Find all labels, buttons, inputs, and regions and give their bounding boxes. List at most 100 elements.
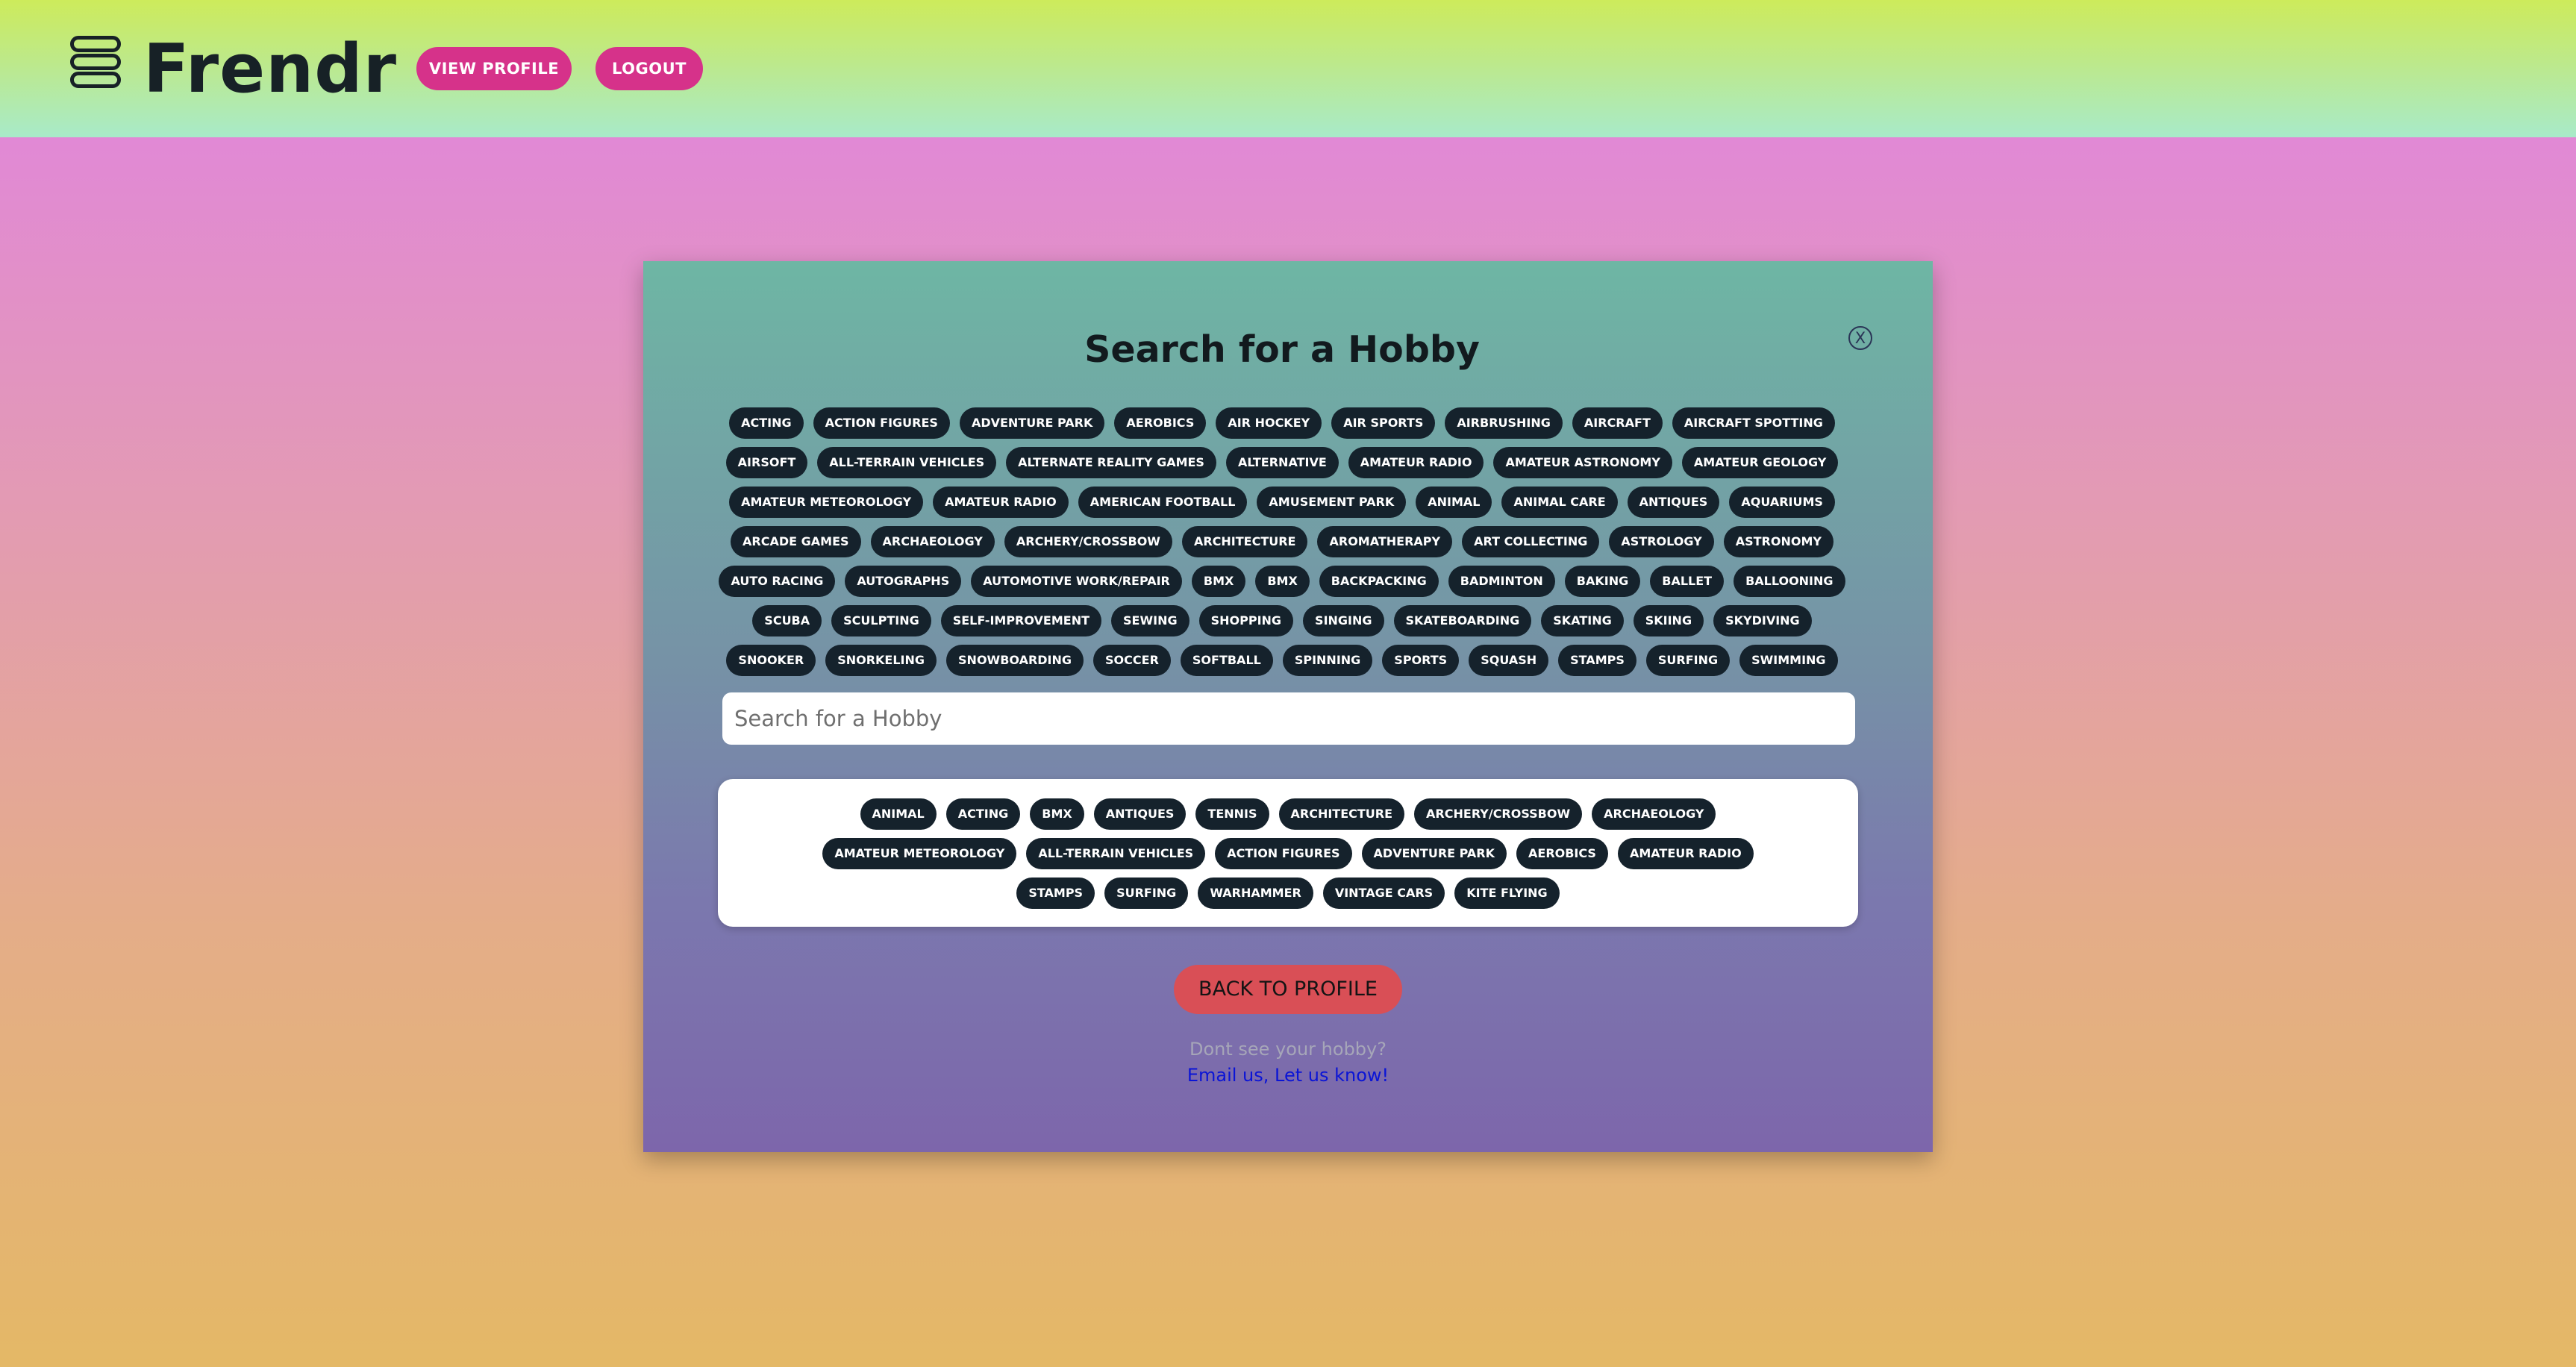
hobby-chip[interactable]: ACTING: [729, 407, 804, 439]
hobby-chip[interactable]: SEWING: [1111, 605, 1189, 636]
hobby-chip[interactable]: BMX: [1191, 566, 1246, 597]
hobby-chip-row: AMATEUR METEOROLOGY AMATEUR RADIO AMERICAN…: [643, 487, 1921, 518]
hobby-chip[interactable]: BACKPACKING: [1319, 566, 1439, 597]
hobby-chip[interactable]: SELF-IMPROVEMENT: [940, 605, 1102, 636]
hobby-chip-row: SNOOKER SNORKELING SNOWBOARDING SOCCER SOFTB…: [643, 645, 1921, 676]
hobby-chip[interactable]: AQUARIUMS: [1729, 487, 1835, 518]
hobby-chip[interactable]: ARCHERY/CROSSBOW: [1004, 526, 1172, 557]
logout-button[interactable]: LOGOUT: [595, 47, 703, 90]
selected-hobby-chip[interactable]: AMATEUR RADIO: [1617, 838, 1754, 869]
selected-hobby-list: ANIMAL ACTING BMX ANTIQUES TENNIS ARCHITECTUR…: [718, 798, 1858, 917]
menu-icon[interactable]: [70, 36, 121, 88]
hobby-chip[interactable]: AEROBICS: [1114, 407, 1207, 439]
hobby-chip[interactable]: AMATEUR RADIO: [933, 487, 1069, 518]
hobby-chip[interactable]: ASTROLOGY: [1609, 526, 1714, 557]
hobby-chip[interactable]: AIR HOCKEY: [1216, 407, 1322, 439]
selected-hobby-chip[interactable]: TENNIS: [1195, 798, 1269, 830]
back-to-profile-button[interactable]: BACK TO PROFILE: [1174, 965, 1402, 1014]
selected-hobby-chip[interactable]: ARCHITECTURE: [1278, 798, 1405, 830]
hobby-chip[interactable]: ARCADE GAMES: [731, 526, 861, 557]
selected-hobby-chip[interactable]: ACTION FIGURES: [1215, 838, 1352, 869]
hobby-chip[interactable]: AIRCRAFT SPOTTING: [1672, 407, 1835, 439]
hobby-chip[interactable]: SKYDIVING: [1713, 605, 1812, 636]
hobby-chip[interactable]: AMATEUR METEOROLOGY: [729, 487, 924, 518]
hobby-chip[interactable]: SHOPPING: [1198, 605, 1294, 636]
selected-hobby-chip[interactable]: ANIMAL: [860, 798, 937, 830]
hobby-chip[interactable]: ACTION FIGURES: [813, 407, 950, 439]
hobby-chip[interactable]: BALLET: [1650, 566, 1725, 597]
hobby-chip[interactable]: ART COLLECTING: [1462, 526, 1600, 557]
selected-hobby-chip[interactable]: SURFING: [1104, 878, 1189, 909]
hobby-chip[interactable]: SURFING: [1645, 645, 1731, 676]
hobby-chip[interactable]: AUTO RACING: [719, 566, 836, 597]
selected-hobby-chip[interactable]: ALL-TERRAIN VEHICLES: [1026, 838, 1206, 869]
hobby-chip[interactable]: AIRSOFT: [725, 447, 808, 478]
hobby-chip[interactable]: SCUBA: [752, 605, 822, 636]
hobby-chip[interactable]: ADVENTURE PARK: [959, 407, 1105, 439]
hobby-chip[interactable]: AIRBRUSHING: [1445, 407, 1563, 439]
selected-hobby-chip-row: AMATEUR METEOROLOGY ALL-TERRAIN VEHICLES A…: [718, 838, 1858, 869]
email-us-link[interactable]: Email us, Let us know!: [643, 1065, 1933, 1086]
hobby-chip[interactable]: SNORKELING: [825, 645, 937, 676]
hobby-chip[interactable]: BALLOONING: [1734, 566, 1845, 597]
selected-hobby-chip[interactable]: WARHAMMER: [1198, 878, 1313, 909]
hobby-chip[interactable]: SNOWBOARDING: [946, 645, 1084, 676]
selected-hobby-chip[interactable]: AEROBICS: [1516, 838, 1608, 869]
selected-hobby-chip[interactable]: KITE FLYING: [1454, 878, 1560, 909]
selected-hobby-chip[interactable]: ARCHERY/CROSSBOW: [1414, 798, 1583, 830]
hobby-chip[interactable]: AMUSEMENT PARK: [1257, 487, 1407, 518]
hobby-chip[interactable]: BADMINTON: [1448, 566, 1555, 597]
hobby-chip[interactable]: AMERICAN FOOTBALL: [1078, 487, 1248, 518]
hobby-chip[interactable]: AIR SPORTS: [1331, 407, 1436, 439]
hobby-search-modal: Search for a Hobby X ACTING ACTION FIGURE…: [643, 261, 1933, 1152]
hobby-chip[interactable]: SPORTS: [1382, 645, 1460, 676]
hobby-chip[interactable]: AUTOMOTIVE WORK/REPAIR: [971, 566, 1182, 597]
selected-hobby-chip[interactable]: ACTING: [945, 798, 1021, 830]
hobby-chip[interactable]: AMATEUR GEOLOGY: [1681, 447, 1839, 478]
hobby-chip[interactable]: SOFTBALL: [1180, 645, 1273, 676]
selected-hobby-chip[interactable]: STAMPS: [1016, 878, 1095, 909]
hobby-chip[interactable]: SCULPTING: [831, 605, 931, 636]
hobby-chip[interactable]: ARCHITECTURE: [1181, 526, 1308, 557]
selected-hobby-chip[interactable]: VINTAGE CARS: [1322, 878, 1445, 909]
hobby-chip[interactable]: SINGING: [1303, 605, 1384, 636]
modal-title: Search for a Hobby: [1084, 328, 1480, 371]
hobby-chip[interactable]: AMATEUR RADIO: [1348, 447, 1484, 478]
hobby-chip[interactable]: AMATEUR ASTRONOMY: [1493, 447, 1672, 478]
missing-hobby-hint: Dont see your hobby?: [1189, 1039, 1387, 1060]
selected-hobby-chip[interactable]: BMX: [1030, 798, 1084, 830]
selected-hobby-chip-row: STAMPS SURFING WARHAMMER VINTAGE CARS KITE F…: [718, 878, 1858, 909]
selected-hobby-chip[interactable]: AMATEUR METEOROLOGY: [822, 838, 1017, 869]
hobby-chip[interactable]: SKATEBOARDING: [1393, 605, 1532, 636]
selected-hobby-chip[interactable]: ARCHAEOLOGY: [1592, 798, 1716, 830]
hobby-chip[interactable]: ANTIQUES: [1627, 487, 1720, 518]
hobby-chip-row: AUTO RACING AUTOGRAPHS AUTOMOTIVE WORK/REP…: [643, 566, 1921, 597]
hobby-chip[interactable]: BAKING: [1564, 566, 1641, 597]
selected-hobby-chip[interactable]: ANTIQUES: [1093, 798, 1187, 830]
hobby-chip[interactable]: SKIING: [1633, 605, 1704, 636]
hobby-chip[interactable]: SPINNING: [1282, 645, 1373, 676]
hobby-chip[interactable]: ALL-TERRAIN VEHICLES: [817, 447, 997, 478]
selected-hobby-chip[interactable]: ADVENTURE PARK: [1361, 838, 1507, 869]
hobby-chip[interactable]: SKATING: [1541, 605, 1624, 636]
hobby-chip[interactable]: ALTERNATE REALITY GAMES: [1006, 447, 1216, 478]
hobby-chip[interactable]: ALTERNATIVE: [1225, 447, 1339, 478]
hobby-chip[interactable]: AIRCRAFT: [1572, 407, 1663, 439]
hobby-chip[interactable]: AROMATHERAPY: [1317, 526, 1453, 557]
hobby-chip[interactable]: AUTOGRAPHS: [845, 566, 962, 597]
hobby-chip[interactable]: ANIMAL CARE: [1501, 487, 1618, 518]
hobby-chip[interactable]: STAMPS: [1558, 645, 1636, 676]
top-header: Frendr VIEW PROFILE LOGOUT: [0, 0, 2576, 137]
hobby-chip[interactable]: SNOOKER: [726, 645, 816, 676]
hobby-search-input[interactable]: [722, 692, 1855, 745]
close-icon[interactable]: X: [1848, 326, 1872, 350]
hobby-chip[interactable]: ANIMAL: [1416, 487, 1492, 518]
hobby-chip[interactable]: ARCHAEOLOGY: [870, 526, 995, 557]
view-profile-button[interactable]: VIEW PROFILE: [416, 47, 572, 90]
hobby-chip[interactable]: SWIMMING: [1739, 645, 1838, 676]
hobby-chip[interactable]: SQUASH: [1469, 645, 1549, 676]
hobby-chip-row: ACTING ACTION FIGURES ADVENTURE PARK AEROBI…: [643, 407, 1921, 439]
hobby-chip[interactable]: SOCCER: [1093, 645, 1171, 676]
hobby-chip[interactable]: BMX: [1255, 566, 1310, 597]
hobby-chip[interactable]: ASTRONOMY: [1723, 526, 1833, 557]
